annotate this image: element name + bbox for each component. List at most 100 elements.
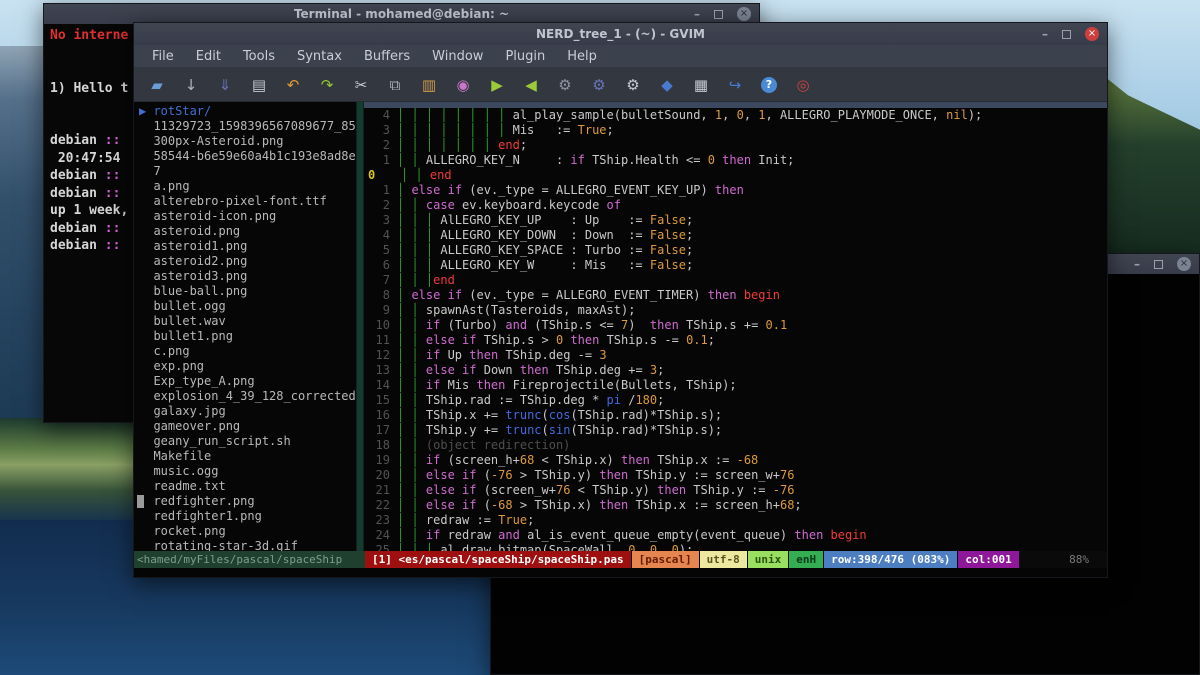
code-line[interactable]: 22│ │ else if (-68 > TShip.x) then TShip… bbox=[364, 498, 1107, 513]
tree-file-item[interactable]: blue-ball.png bbox=[134, 284, 356, 299]
tree-file-item[interactable]: bullet.wav bbox=[134, 314, 356, 329]
code-line[interactable]: 25│ │ │ al_draw_bitmap(SpaceWall, 0, 0, … bbox=[364, 543, 1107, 551]
background-window-close-button[interactable]: × bbox=[1177, 257, 1191, 271]
redo-icon[interactable]: ↷ bbox=[310, 73, 344, 97]
tree-file-item[interactable]: bullet.ogg bbox=[134, 299, 356, 314]
tree-file-item[interactable]: geany_run_script.sh bbox=[134, 434, 356, 449]
save-all-icon[interactable]: ⇓ bbox=[208, 73, 242, 97]
menu-plugin[interactable]: Plugin bbox=[495, 47, 555, 66]
gvim-window[interactable]: NERD_tree_1 - (~) - GVIM – × FileEditToo… bbox=[133, 22, 1108, 578]
find-next-icon[interactable]: ▶ bbox=[480, 73, 514, 97]
terminal-titlebar[interactable]: Terminal - mohamed@debian: ~ – × bbox=[44, 4, 759, 24]
code-line[interactable]: 2│ │ case ev.keyboard.keycode of bbox=[364, 198, 1107, 213]
nerdtree-pane[interactable]: ▶ rotStar/ 11329723_1598396567089677_852… bbox=[134, 102, 356, 551]
code-line[interactable]: 10│ │ if (Turbo) and (TShip.s <= 7) then… bbox=[364, 318, 1107, 333]
terminal-minimize-button[interactable]: – bbox=[694, 11, 700, 17]
code-line[interactable]: 5│ │ │ ALLEGRO_KEY_SPACE : Turbo := Fals… bbox=[364, 243, 1107, 258]
tree-file-item[interactable]: alterebro-pixel-font.ttf bbox=[134, 194, 356, 209]
tree-file-item[interactable]: readme.txt bbox=[134, 479, 356, 494]
open-folder-icon[interactable]: ▰ bbox=[140, 73, 174, 97]
save-session-icon[interactable]: ⚙ bbox=[582, 73, 616, 97]
terminal-maximize-button[interactable] bbox=[714, 10, 723, 19]
gvim-titlebar[interactable]: NERD_tree_1 - (~) - GVIM – × bbox=[134, 23, 1107, 45]
gvim-minimize-button[interactable]: – bbox=[1042, 31, 1048, 37]
code-line[interactable]: 14│ │ if Mis then Fireprojectile(Bullets… bbox=[364, 378, 1107, 393]
code-line[interactable]: 18│ │ (object redirection) bbox=[364, 438, 1107, 453]
background-window-minimize-button[interactable]: – bbox=[1134, 261, 1140, 267]
code-line[interactable]: 12│ │ if Up then TShip.deg -= 3 bbox=[364, 348, 1107, 363]
menu-help[interactable]: Help bbox=[557, 47, 607, 66]
code-line[interactable]: 13│ │ else if Down then TShip.deg += 3; bbox=[364, 363, 1107, 378]
background-window-maximize-button[interactable] bbox=[1154, 260, 1163, 269]
tree-file-item[interactable]: rocket.png bbox=[134, 524, 356, 539]
menu-window[interactable]: Window bbox=[422, 47, 493, 66]
code-line[interactable]: 4│ │ │ │ │ │ │ │ al_play_sample(bulletSo… bbox=[364, 108, 1107, 123]
tree-file-item[interactable]: Makefile bbox=[134, 449, 356, 464]
gvim-close-button[interactable]: × bbox=[1085, 27, 1099, 41]
code-line[interactable]: 15│ │ TShip.rad := TShip.deg * pi /180; bbox=[364, 393, 1107, 408]
tree-file-item[interactable]: gameover.png bbox=[134, 419, 356, 434]
paste-icon[interactable]: ▥ bbox=[412, 73, 446, 97]
code-line[interactable]: 9│ │ spawnAst(Tasteroids, maxAst); bbox=[364, 303, 1107, 318]
code-line[interactable]: 3│ │ │ AlLEGRO_KEY_UP : Up := False; bbox=[364, 213, 1107, 228]
save-file-icon[interactable]: ↓ bbox=[174, 73, 208, 97]
tree-file-item[interactable]: redfighter1.png bbox=[134, 509, 356, 524]
tree-file-item[interactable]: 300px-Asteroid.png bbox=[134, 134, 356, 149]
code-line[interactable]: 23│ │ redraw := True; bbox=[364, 513, 1107, 528]
undo-icon[interactable]: ↶ bbox=[276, 73, 310, 97]
code-line[interactable]: 8│ else if (ev._type = ALLEGRO_EVENT_TIM… bbox=[364, 288, 1107, 303]
jump-tag-icon[interactable]: ↪ bbox=[718, 73, 752, 97]
find-prev-icon[interactable]: ◀ bbox=[514, 73, 548, 97]
make-icon[interactable]: ◆ bbox=[650, 73, 684, 97]
menu-syntax[interactable]: Syntax bbox=[287, 47, 352, 66]
tree-file-item[interactable]: rotating-star-3d.gif bbox=[134, 539, 356, 551]
tree-file-item[interactable]: exp.png bbox=[134, 359, 356, 374]
tree-file-item[interactable]: asteroid-icon.png bbox=[134, 209, 356, 224]
tree-file-item[interactable]: a.png bbox=[134, 179, 356, 194]
code-line[interactable]: 19│ │ if (screen_h+68 < TShip.x) then TS… bbox=[364, 453, 1107, 468]
menu-edit[interactable]: Edit bbox=[186, 47, 231, 66]
load-session-icon[interactable]: ⚙ bbox=[548, 73, 582, 97]
code-line[interactable]: 2│ │ │ │ │ │ │ end; bbox=[364, 138, 1107, 153]
tree-file-item[interactable]: redfighter.png bbox=[134, 494, 356, 509]
code-line[interactable]: 0│ │ end bbox=[364, 168, 1107, 183]
tree-file-item[interactable]: Exp_type_A.png bbox=[134, 374, 356, 389]
gvim-command-line[interactable] bbox=[134, 568, 1107, 577]
code-line[interactable]: 20│ │ else if (-76 > TShip.y) then TShip… bbox=[364, 468, 1107, 483]
find-replace-icon[interactable]: ◉ bbox=[446, 73, 480, 97]
menu-file[interactable]: File bbox=[142, 47, 184, 66]
code-pane[interactable]: 4│ │ │ │ │ │ │ │ al_play_sample(bulletSo… bbox=[364, 102, 1107, 551]
code-line[interactable]: 1│ else if (ev._type = ALLEGRO_EVENT_KEY… bbox=[364, 183, 1107, 198]
tree-file-item[interactable]: explosion_4_39_128_corrected. bbox=[134, 389, 356, 404]
code-line[interactable]: 17│ │ TShip.y += trunc(sin(TShip.rad)*TS… bbox=[364, 423, 1107, 438]
tree-dir-item[interactable]: ▶ rotStar/ bbox=[134, 104, 356, 119]
menu-buffers[interactable]: Buffers bbox=[354, 47, 420, 66]
tree-file-item[interactable]: bullet1.png bbox=[134, 329, 356, 344]
print-icon[interactable]: ▤ bbox=[242, 73, 276, 97]
code-line[interactable]: 24│ │ if redraw and al_is_event_queue_em… bbox=[364, 528, 1107, 543]
tree-file-item[interactable]: galaxy.jpg bbox=[134, 404, 356, 419]
tree-file-item[interactable]: 7 bbox=[134, 164, 356, 179]
tree-file-item[interactable]: asteroid1.png bbox=[134, 239, 356, 254]
tree-file-item[interactable]: asteroid3.png bbox=[134, 269, 356, 284]
code-line[interactable]: 4│ │ │ ALLEGRO_KEY_DOWN : Down := False; bbox=[364, 228, 1107, 243]
code-line[interactable]: 6│ │ │ ALLEGRO_KEY_W : Mis := False; bbox=[364, 258, 1107, 273]
code-line[interactable]: 1│ │ ALLEGRO_KEY_N : if TShip.Health <= … bbox=[364, 153, 1107, 168]
code-line[interactable]: 3│ │ │ │ │ │ │ │ Mis := True; bbox=[364, 123, 1107, 138]
find-help-icon[interactable]: ◎ bbox=[786, 73, 820, 97]
build-tags-icon[interactable]: ▦ bbox=[684, 73, 718, 97]
tree-file-item[interactable]: music.ogg bbox=[134, 464, 356, 479]
tree-file-item[interactable]: c.png bbox=[134, 344, 356, 359]
code-line[interactable]: 21│ │ else if (screen_w+76 < TShip.y) th… bbox=[364, 483, 1107, 498]
tree-file-item[interactable]: 58544-b6e59e60a4b1c193e8ad8e1 bbox=[134, 149, 356, 164]
tree-file-item[interactable]: asteroid.png bbox=[134, 224, 356, 239]
gvim-maximize-button[interactable] bbox=[1062, 30, 1071, 39]
help-icon[interactable]: ? bbox=[752, 73, 786, 97]
window-separator[interactable] bbox=[356, 102, 364, 551]
tree-file-item[interactable]: 11329723_1598396567089677_852 bbox=[134, 119, 356, 134]
tree-file-item[interactable]: asteroid2.png bbox=[134, 254, 356, 269]
menu-tools[interactable]: Tools bbox=[233, 47, 285, 66]
code-line[interactable]: 7│ │ │end bbox=[364, 273, 1107, 288]
run-script-icon[interactable]: ⚙ bbox=[616, 73, 650, 97]
code-line[interactable]: 11│ │ else if TShip.s > 0 then TShip.s -… bbox=[364, 333, 1107, 348]
